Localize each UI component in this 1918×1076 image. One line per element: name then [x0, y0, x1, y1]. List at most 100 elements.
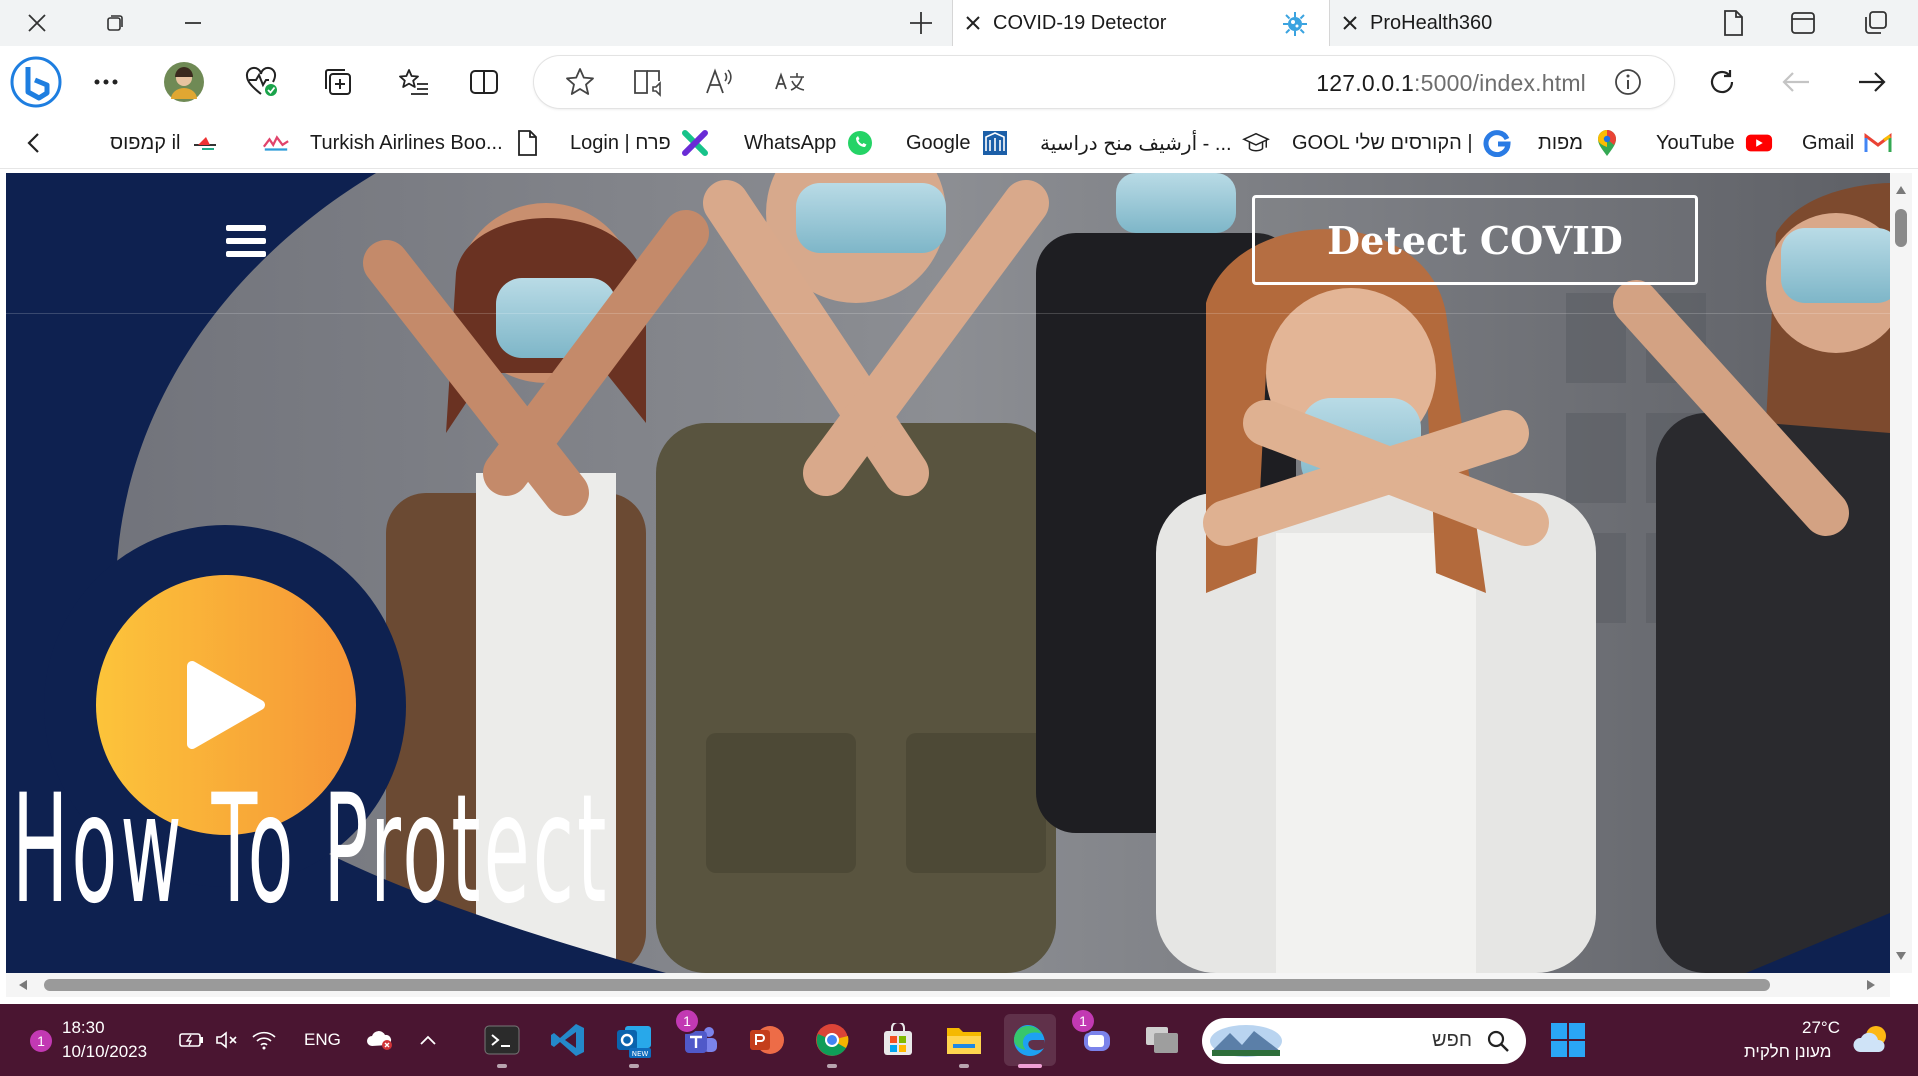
- clock-time[interactable]: 18:30: [62, 1018, 105, 1038]
- split-screen-button[interactable]: [460, 58, 508, 106]
- clock-date[interactable]: 10/10/2023: [62, 1042, 147, 1062]
- taskbar-search-box[interactable]: חפש: [1202, 1018, 1526, 1064]
- tab-prohealth[interactable]: ProHealth360: [1330, 0, 1670, 46]
- maps-pin-icon: [1593, 129, 1621, 157]
- taskbar-edge[interactable]: [1004, 1014, 1056, 1068]
- favorites-button[interactable]: [390, 58, 438, 106]
- bing-copilot-button[interactable]: [8, 54, 64, 110]
- building-icon: [981, 129, 1009, 157]
- folder-icon: [947, 1028, 981, 1054]
- add-favorite-button[interactable]: [556, 58, 604, 106]
- translate-button[interactable]: [766, 58, 814, 106]
- arrow-left-icon: [1782, 72, 1809, 92]
- refresh-button[interactable]: [1698, 58, 1746, 106]
- favorite-youtube[interactable]: YouTube: [1656, 118, 1773, 168]
- show-hidden-icons-button[interactable]: [402, 1014, 454, 1066]
- favorite-gool[interactable]: GOOL הקורסים שלי |: [1292, 118, 1511, 168]
- taskbar-teams-chat[interactable]: 1: [1070, 1008, 1122, 1066]
- browser-toolbar: 127.0.0.1:5000/index.html: [0, 46, 1918, 118]
- favorite-maps[interactable]: מפות: [1538, 118, 1621, 168]
- restore-window-button[interactable]: [88, 0, 142, 46]
- tab-actions-button[interactable]: [1848, 0, 1902, 46]
- weather-temperature[interactable]: 27°C: [1802, 1018, 1840, 1038]
- favorite-colorful-logo[interactable]: [252, 118, 290, 168]
- taskbar-powerpoint[interactable]: [740, 1014, 792, 1066]
- favorite-label: קמפוס il: [110, 131, 181, 154]
- favorite-gmail[interactable]: Gmail: [1802, 118, 1892, 168]
- settings-more-button[interactable]: [82, 58, 130, 106]
- taskbar-teams[interactable]: 1: [674, 1008, 726, 1066]
- close-tab-button[interactable]: [1330, 0, 1370, 46]
- weather-widget-button[interactable]: [1846, 1014, 1898, 1066]
- weather-description[interactable]: מעונן חלקית: [1744, 1042, 1831, 1062]
- address-bar[interactable]: 127.0.0.1:5000/index.html: [534, 56, 1674, 108]
- language-indicator[interactable]: ENG: [304, 1030, 341, 1050]
- running-indicator: [827, 1064, 837, 1068]
- url-text[interactable]: 127.0.0.1:5000/index.html: [1316, 70, 1586, 97]
- taskbar-vscode[interactable]: [542, 1014, 594, 1066]
- tab-covid-detector[interactable]: COVID-19 Detector: [952, 0, 1330, 46]
- terminal-icon: [484, 1025, 520, 1055]
- header-divider: [6, 313, 1890, 314]
- favorite-label: GOOL הקורסים שלי |: [1292, 131, 1473, 154]
- scroll-left-arrow-icon: [19, 980, 27, 990]
- page-action-button[interactable]: [1706, 0, 1760, 46]
- detect-covid-button[interactable]: Detect COVID: [1252, 195, 1698, 285]
- url-path: :5000/index.html: [1414, 70, 1586, 96]
- favorite-campus-il[interactable]: קמפוס il: [110, 118, 219, 168]
- vertical-scroll-thumb[interactable]: [1895, 209, 1907, 247]
- taskbar-terminal[interactable]: [476, 1014, 528, 1068]
- profile-button[interactable]: [160, 58, 208, 106]
- close-window-button[interactable]: [10, 0, 64, 46]
- favorite-scholarships-archive[interactable]: أرشيف منح دراسية - ...: [1040, 118, 1270, 168]
- favorite-turkish-airlines[interactable]: Turkish Airlines Boo...: [310, 118, 541, 168]
- horizontal-scroll-thumb[interactable]: [44, 979, 1770, 991]
- running-indicator: [497, 1064, 507, 1068]
- favorites-scroll-button[interactable]: [26, 118, 40, 168]
- immersive-reader-button[interactable]: [626, 58, 674, 106]
- taskbar-chrome[interactable]: [806, 1014, 858, 1068]
- graduation-cap-icon: [1241, 129, 1270, 157]
- favorites-list-icon: [399, 69, 428, 95]
- heart-pulse-icon: [245, 66, 277, 96]
- onedrive-tray-button[interactable]: [354, 1014, 406, 1066]
- horizontal-scrollbar[interactable]: [6, 973, 1890, 997]
- menu-hamburger-button[interactable]: [226, 225, 266, 261]
- campus-il-icon: [191, 129, 219, 157]
- menu-bar: [226, 251, 266, 257]
- taskbar-task-view[interactable]: [1136, 1014, 1188, 1066]
- close-tab-button[interactable]: [953, 0, 993, 46]
- new-tab-button[interactable]: [894, 0, 948, 46]
- collections-button[interactable]: [314, 58, 362, 106]
- notification-count-badge[interactable]: 1: [28, 1028, 54, 1054]
- taskbar-file-explorer[interactable]: [938, 1014, 990, 1068]
- menu-bar: [226, 238, 266, 244]
- refresh-icon: [1710, 70, 1734, 94]
- read-aloud-button[interactable]: [696, 58, 744, 106]
- forward-button[interactable]: [1848, 58, 1896, 106]
- teams-badge: 1: [674, 1008, 700, 1034]
- favorite-label: Turkish Airlines Boo...: [310, 131, 503, 154]
- favorite-label: מפות: [1538, 131, 1583, 154]
- minimize-window-button[interactable]: [166, 0, 220, 46]
- powerpoint-icon: [750, 1026, 784, 1054]
- site-info-button[interactable]: [1604, 58, 1652, 106]
- taskbar-outlook[interactable]: NEW: [608, 1014, 660, 1068]
- windows-taskbar: 1 18:30 10/10/2023 ENG NEW 1 1 חפש 27°C …: [0, 1004, 1918, 1076]
- favorite-perach-login[interactable]: Login | פרח: [570, 118, 709, 168]
- search-highlight-landscape-icon: [1210, 1025, 1282, 1057]
- taskbar-store[interactable]: [872, 1014, 924, 1066]
- favorite-whatsapp[interactable]: WhatsApp: [744, 118, 874, 168]
- scroll-down-arrow-icon: [1896, 952, 1906, 960]
- start-button[interactable]: [1542, 1014, 1594, 1066]
- vertical-scrollbar[interactable]: [1890, 173, 1912, 973]
- read-aloud-icon: [706, 68, 732, 94]
- favorite-google[interactable]: Google: [906, 118, 1009, 168]
- window-icon: [1791, 12, 1815, 34]
- workspaces-button[interactable]: [1776, 0, 1830, 46]
- browser-essentials-button[interactable]: [238, 58, 286, 106]
- back-button[interactable]: [1772, 58, 1820, 106]
- wifi-tray-button[interactable]: [238, 1014, 290, 1066]
- restore-icon: [107, 15, 123, 31]
- vscode-icon: [551, 1024, 584, 1056]
